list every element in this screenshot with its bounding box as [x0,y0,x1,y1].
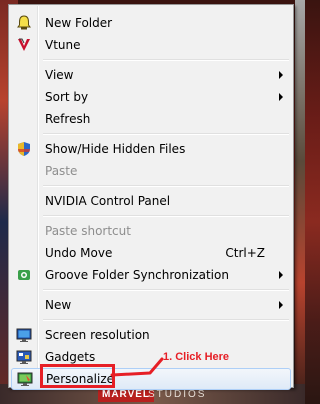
menu-item-label: New [45,298,72,312]
gadgets-icon [11,346,37,368]
context-menu: New Folder Vtune View Sort by Refresh Sh… [8,4,294,390]
menu-item-nvidia-control-panel[interactable]: NVIDIA Control Panel [11,190,291,212]
menu-item-paste[interactable]: Paste [11,160,291,182]
callout-pointer [110,357,164,377]
menu-item-label: View [45,68,74,82]
menu-item-vtune[interactable]: Vtune [11,34,291,56]
menu-item-refresh[interactable]: Refresh [11,108,291,130]
submenu-arrow-icon [279,93,283,101]
monitor-icon [11,324,37,346]
menu-item-label: Sort by [45,90,89,104]
menu-item-label: Undo Move [45,246,113,260]
menu-item-label: Screen resolution [45,328,150,342]
menu-item-sort-by[interactable]: Sort by [11,86,291,108]
folder-bell-icon [11,12,37,34]
wallpaper-logo-text: STUDIOS [148,389,207,400]
menu-item-label: Paste shortcut [45,224,131,238]
menu-item-new-folder[interactable]: New Folder [11,12,291,34]
menu-item-label: Vtune [45,38,81,52]
personalize-icon [12,368,38,390]
submenu-arrow-icon [279,271,283,279]
menu-item-new[interactable]: New [11,294,291,316]
menu-item-label: Groove Folder Synchronization [45,268,229,282]
menu-separator [43,185,289,187]
menu-item-label: NVIDIA Control Panel [45,194,171,208]
submenu-arrow-icon [279,71,283,79]
callout-highlight-box [40,364,115,388]
menu-item-paste-shortcut[interactable]: Paste shortcut [11,220,291,242]
wallpaper-right [295,0,305,404]
menu-separator [43,59,289,61]
menu-item-label: New Folder [45,16,113,30]
menu-item-undo-move[interactable]: Undo Move Ctrl+Z [11,242,291,264]
menu-item-groove-folder-sync[interactable]: Groove Folder Synchronization [11,264,291,286]
wallpaper-logo: MARVEL [98,388,155,402]
menu-item-label: Refresh [45,112,91,126]
menu-separator [43,289,289,291]
menu-item-label: Show/Hide Hidden Files [45,142,186,156]
menu-separator [43,133,289,135]
menu-item-show-hide-hidden-files[interactable]: Show/Hide Hidden Files [11,138,291,160]
groove-icon [11,264,37,286]
menu-item-label: Paste [45,164,78,178]
shield-icon [11,138,37,160]
callout-label: 1. Click Here [163,351,230,363]
submenu-arrow-icon [279,301,283,309]
menu-item-view[interactable]: View [11,64,291,86]
menu-separator [43,319,289,321]
vtune-icon [11,34,37,56]
menu-item-shortcut: Ctrl+Z [225,246,265,260]
menu-item-screen-resolution[interactable]: Screen resolution [11,324,291,346]
menu-separator [43,215,289,217]
